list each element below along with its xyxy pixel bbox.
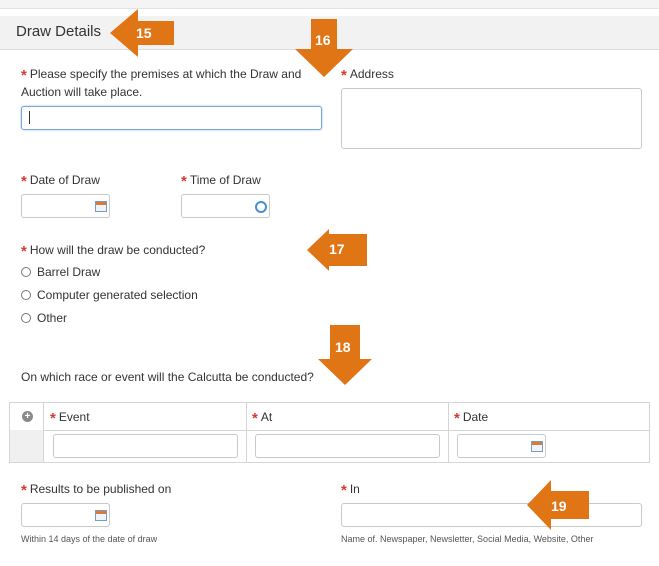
required-marker: * bbox=[252, 410, 258, 427]
event-input[interactable] bbox=[53, 434, 238, 458]
time-of-draw-label: * Time of Draw bbox=[181, 173, 261, 190]
radio-option-barrel-draw[interactable]: Barrel Draw bbox=[21, 265, 100, 279]
date-of-draw-label: * Date of Draw bbox=[21, 173, 100, 190]
premises-input[interactable] bbox=[21, 106, 322, 130]
column-header-event: * Event bbox=[50, 410, 90, 427]
column-divider bbox=[246, 403, 247, 462]
required-marker: * bbox=[341, 482, 347, 499]
radio-button[interactable] bbox=[21, 290, 31, 300]
callout-arrow-17: 17 bbox=[307, 229, 367, 271]
required-marker: * bbox=[21, 67, 27, 84]
in-input[interactable] bbox=[341, 503, 642, 527]
results-date-input[interactable] bbox=[21, 503, 110, 527]
radio-button[interactable] bbox=[21, 313, 31, 323]
top-bar bbox=[0, 0, 659, 9]
row-handle bbox=[10, 430, 43, 462]
column-divider bbox=[448, 403, 449, 462]
radio-option-computer-generated[interactable]: Computer generated selection bbox=[21, 288, 198, 302]
add-row-icon[interactable]: + bbox=[22, 411, 33, 422]
callout-arrow-19: 19 bbox=[527, 480, 589, 530]
section-title: Draw Details bbox=[16, 23, 102, 40]
down-arrow-icon bbox=[295, 19, 353, 77]
required-marker: * bbox=[181, 173, 187, 190]
radio-button[interactable] bbox=[21, 267, 31, 277]
event-date-input[interactable] bbox=[457, 434, 546, 458]
date-of-draw-input[interactable] bbox=[21, 194, 110, 218]
draw-method-label: * How will the draw be conducted? bbox=[21, 243, 206, 260]
calendar-icon[interactable] bbox=[95, 510, 107, 521]
required-marker: * bbox=[21, 243, 27, 260]
clock-icon[interactable] bbox=[255, 201, 267, 213]
column-header-at: * At bbox=[252, 410, 273, 427]
calendar-icon[interactable] bbox=[531, 441, 543, 452]
calendar-icon[interactable] bbox=[95, 201, 107, 212]
event-table: + * Event * At * Date bbox=[9, 402, 650, 463]
in-hint: Name of. Newspaper, Newsletter, Social M… bbox=[341, 534, 594, 544]
required-marker: * bbox=[21, 482, 27, 499]
results-hint: Within 14 days of the date of draw bbox=[21, 534, 158, 544]
required-marker: * bbox=[21, 173, 27, 190]
at-input[interactable] bbox=[255, 434, 440, 458]
callout-arrow-18: 18 bbox=[318, 325, 372, 385]
in-label: * In bbox=[341, 482, 360, 499]
required-marker: * bbox=[50, 410, 56, 427]
premises-label: * Please specify the premises at which th… bbox=[21, 67, 302, 99]
results-published-label: * Results to be published on bbox=[21, 482, 172, 499]
radio-option-other[interactable]: Other bbox=[21, 311, 67, 325]
address-textarea[interactable] bbox=[341, 88, 642, 149]
column-divider bbox=[43, 403, 44, 462]
required-marker: * bbox=[454, 410, 460, 427]
column-header-date: * Date bbox=[454, 410, 489, 427]
callout-arrow-16: 16 bbox=[295, 19, 353, 77]
text-caret bbox=[29, 111, 30, 124]
table-header-row bbox=[10, 403, 649, 431]
callout-arrow-15: 15 bbox=[110, 9, 174, 57]
down-arrow-icon bbox=[318, 325, 372, 385]
time-of-draw-input[interactable] bbox=[181, 194, 270, 218]
race-event-label: On which race or event will the Calcutta… bbox=[21, 370, 314, 384]
